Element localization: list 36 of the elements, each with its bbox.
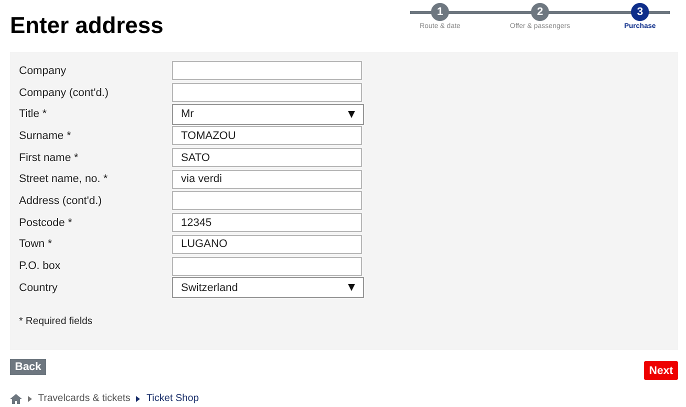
breadcrumb-link[interactable]: Ticket Shop — [146, 393, 199, 404]
next-button[interactable]: Next — [644, 361, 678, 380]
caret-icon — [348, 110, 355, 118]
input-field[interactable]: LUGANO — [172, 234, 362, 254]
field-label: Town * — [19, 238, 54, 250]
input-field[interactable]: via verdi — [172, 170, 362, 189]
breadcrumb-link[interactable]: Travelcards & tickets — [38, 393, 130, 404]
field-label: Surname * — [19, 130, 72, 142]
field-label: Company — [19, 64, 68, 77]
input-field[interactable] — [172, 61, 362, 80]
input-field[interactable] — [172, 256, 362, 276]
input-field[interactable]: TOMAZOU — [172, 126, 362, 146]
input-field[interactable] — [172, 83, 362, 102]
field-label: P.O. box — [19, 260, 62, 272]
step-number: 2 — [531, 3, 549, 21]
select-field[interactable]: Switzerland — [172, 277, 364, 298]
field-label: Title * — [19, 108, 48, 120]
input-field[interactable]: SATO — [172, 148, 362, 168]
field-label: Company (cont'd.) — [19, 86, 110, 99]
home-icon[interactable] — [10, 394, 22, 404]
required-note: * Required fields — [19, 316, 94, 327]
input-field[interactable]: 12345 — [172, 213, 362, 232]
select-field[interactable]: Mr — [172, 104, 364, 125]
caret-icon — [348, 284, 355, 292]
field-label: First name * — [19, 152, 80, 164]
field-label: Address (cont'd.) — [19, 194, 103, 207]
field-label: Postcode * — [19, 216, 74, 229]
chevron-icon — [136, 396, 140, 402]
chevron-icon — [28, 396, 32, 402]
field-label: Country — [19, 282, 59, 294]
step-number: 1 — [431, 3, 449, 21]
field-label: Street name, no. * — [19, 173, 109, 186]
page-title: Enter address — [10, 12, 164, 39]
step-number: 3 — [631, 3, 649, 21]
input-field[interactable] — [172, 191, 362, 210]
back-button[interactable]: Back — [10, 359, 46, 375]
